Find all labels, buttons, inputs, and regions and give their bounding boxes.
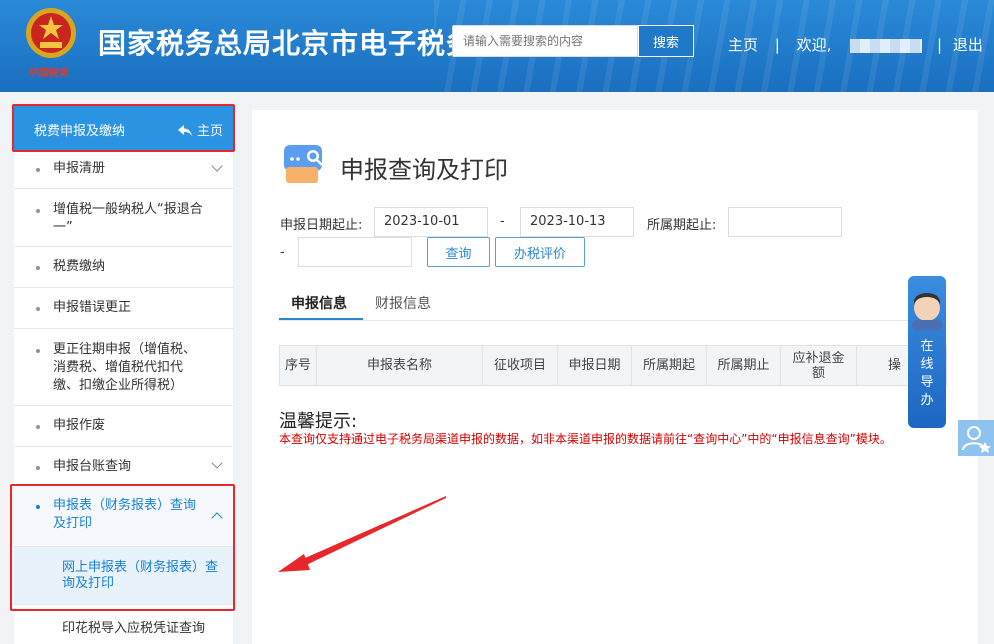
date-end-input[interactable]: 2023-10-13: [520, 207, 634, 237]
nav-separator: |: [936, 36, 943, 54]
rate-service-button[interactable]: 办税评价: [495, 237, 585, 267]
sidebar-item-vat-refund[interactable]: 增值税一般纳税人“报退合一”: [14, 189, 233, 247]
feedback-widget[interactable]: [958, 420, 994, 456]
sidebar-item-past-correction[interactable]: 更正往期申报（增值税、消费税、增值税代扣代缴、扣缴企业所得税）: [14, 329, 233, 406]
query-print-icon: [284, 145, 323, 183]
username-redacted: [850, 38, 923, 53]
user-star-icon: [962, 426, 991, 453]
bullet-icon: [36, 168, 40, 172]
tax-emblem-icon: [26, 8, 76, 58]
red-arrow-annotation: [278, 496, 446, 572]
sidebar-item-correction[interactable]: 申报错误更正: [14, 288, 233, 329]
sidebar-item-label: 申报清册: [53, 161, 106, 176]
emblem-caption: 中国税务: [28, 68, 68, 79]
results-table-header: 序号 申报表名称 征收项目 申报日期 所属期起 所属期止 应补退金额 操: [279, 345, 947, 386]
col-header-period-start: 所属期起: [632, 346, 707, 385]
top-nav: 主页 | 欢迎, | 退出: [728, 34, 983, 55]
home-link[interactable]: 主页: [728, 34, 758, 55]
sidebar-item-label: 申报错误更正: [53, 300, 132, 315]
active-tab-indicator: [279, 318, 363, 320]
bullet-icon: [36, 307, 40, 311]
tab-financial-info[interactable]: 财报信息: [375, 293, 431, 313]
col-header-action: 操: [887, 358, 901, 373]
search-button[interactable]: 搜索: [638, 25, 694, 57]
col-header-form-name: 申报表名称: [317, 346, 483, 385]
online-guide-widget[interactable]: 在线导办: [908, 276, 946, 428]
col-header-amount: 应补退金额: [781, 346, 857, 385]
top-header: 中国税务 国家税务总局北京市电子税务局 搜索 主页 | 欢迎, | 退出: [0, 0, 994, 92]
search-input[interactable]: [452, 25, 638, 57]
highlight-box-report-query: [10, 484, 235, 611]
sidebar-item-label: 更正往期申报（增值税、消费税、增值税代扣代缴、扣缴企业所得税）: [53, 342, 197, 393]
col-header-tax-item: 征收项目: [483, 346, 558, 385]
bullet-icon: [36, 349, 40, 353]
tab-divider: [279, 320, 947, 321]
bullet-icon: [36, 425, 40, 429]
welcome-text: 欢迎,: [796, 36, 832, 54]
highlight-box-sidebar-header: [12, 104, 235, 152]
sidebar-item-tax-payment[interactable]: 税费缴纳: [14, 247, 233, 288]
bullet-icon: [36, 209, 40, 213]
sidebar-item-filing-list[interactable]: 申报清册: [14, 150, 233, 189]
sidebar-item-ledger-query[interactable]: 申报台账查询: [14, 447, 233, 486]
tab-filing-info[interactable]: 申报信息: [291, 293, 347, 313]
col-header-index: 序号: [280, 346, 317, 385]
period-dash: -: [280, 245, 285, 260]
sidebar-item-label: 申报台账查询: [53, 459, 132, 474]
period-range-label: 所属期起止:: [647, 218, 717, 233]
bullet-icon: [36, 266, 40, 270]
online-guide-label: 在线导办: [920, 339, 934, 408]
col-header-filing-date: 申报日期: [558, 346, 632, 385]
sidebar-item-label: 增值税一般纳税人“报退合一”: [53, 202, 203, 235]
period-end-input[interactable]: [298, 237, 412, 267]
sidebar-item-label: 税费缴纳: [53, 259, 106, 274]
page-title: 申报查询及打印: [340, 156, 508, 184]
tips-title: 温馨提示:: [279, 411, 358, 432]
site-title: 国家税务总局北京市电子税务局: [98, 27, 458, 60]
nav-separator: |: [774, 36, 780, 54]
query-button[interactable]: 查询: [427, 237, 490, 267]
sidebar-item-label: 申报作废: [53, 418, 106, 433]
period-start-input[interactable]: [728, 207, 842, 237]
bullet-icon: [36, 466, 40, 470]
logout-link[interactable]: 退出: [953, 34, 983, 55]
tips-body: 本查询仅支持通过电子税务局渠道申报的数据，如非本渠道申报的数据请前往“查询中心”…: [279, 432, 892, 446]
date-range-label: 申报日期起止:: [280, 218, 363, 233]
date-dash: -: [500, 214, 505, 229]
sidebar-item-void[interactable]: 申报作废: [14, 406, 233, 447]
date-start-input[interactable]: 2023-10-01: [374, 207, 488, 237]
assistant-avatar-icon: [912, 293, 942, 330]
col-header-period-end: 所属期止: [707, 346, 781, 385]
